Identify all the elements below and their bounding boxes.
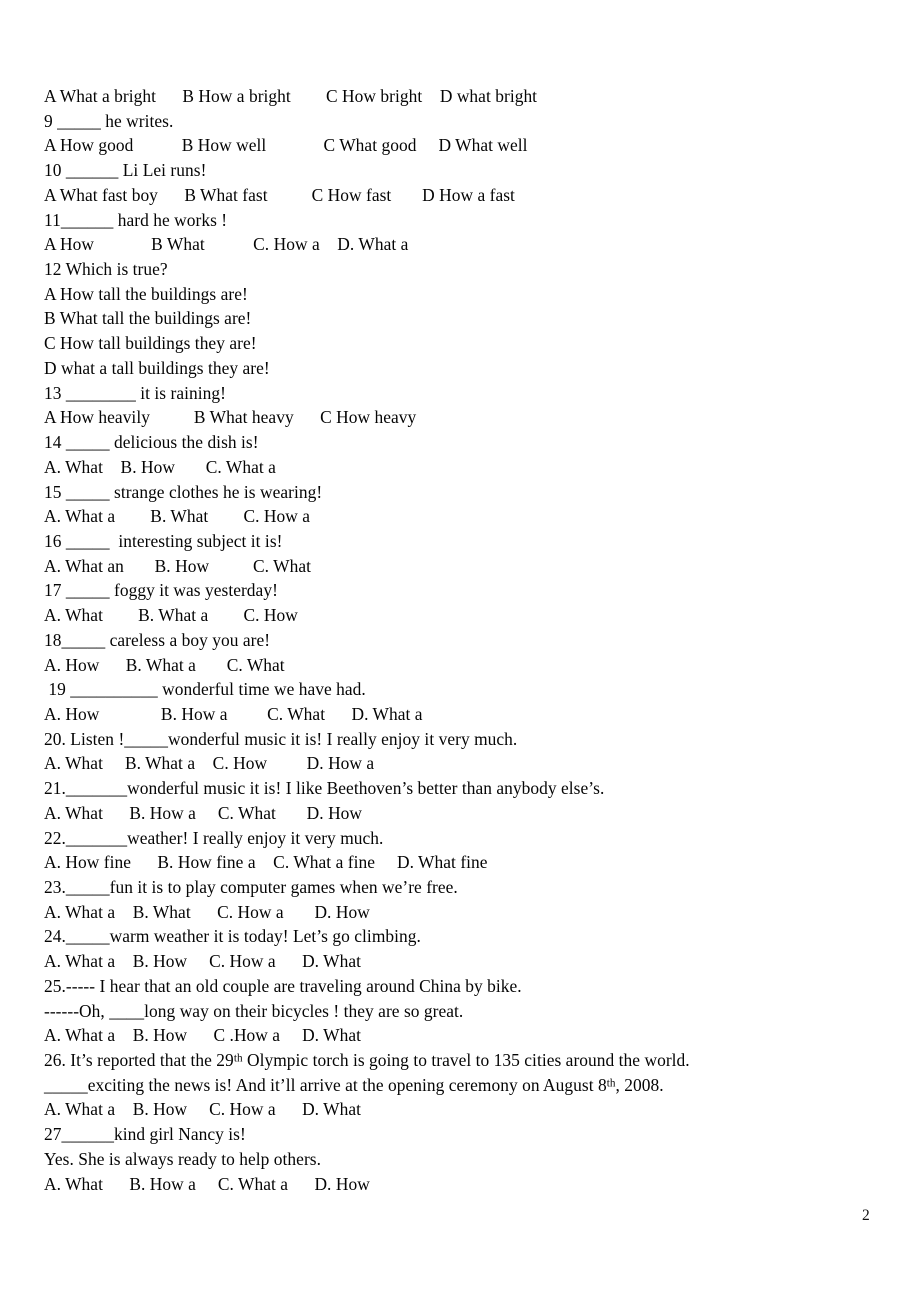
question-25-stem-line-2: ------Oh, ____long way on their bicycles… <box>44 1000 464 1021</box>
question-12-option-d: D what a tall buildings they are! <box>44 357 270 378</box>
question-12-option-a: A How tall the buildings are! <box>44 283 248 304</box>
question-11-stem: 11______ hard he works ! <box>44 209 228 230</box>
question-21-options: A. What B. How a C. What D. How <box>44 802 363 823</box>
question-17-stem: 17 _____ foggy it was yesterday! <box>44 580 278 601</box>
question-23-stem: 23._____fun it is to play computer games… <box>44 877 458 897</box>
question-18-stem: 18_____ careless a boy you are! <box>44 629 271 650</box>
question-17-options: A. What B. What a C. How <box>44 605 298 626</box>
question-20-stem: 20. Listen !_____wonderful music it is! … <box>44 728 518 749</box>
question-12-option-c: C How tall buildings they are! <box>44 333 257 354</box>
question-19-options: A. How B. How a C. What D. What a <box>44 703 423 724</box>
question-13-options: A How heavily B What heavy C How heavy <box>44 407 417 428</box>
question-23-options: A. What a B. What C. How a D. How <box>44 901 370 922</box>
question-27-answer: Yes. She is always ready to help others. <box>44 1148 321 1169</box>
question-13-stem: 13 ________ it is raining! <box>44 382 226 403</box>
page-number: 2 <box>862 1207 870 1224</box>
question-20-options: A. What B. What a C. How D. How a <box>44 753 375 774</box>
question-18-options: A. How B. What a C. What <box>44 654 285 675</box>
question-27-stem: 27______kind girl Nancy is! <box>44 1124 246 1145</box>
question-21-stem: 21._______wonderful music it is! I like … <box>44 778 605 799</box>
question-9-options: A How good B How well C What good D What… <box>44 135 528 156</box>
question-15-stem: 15 _____ strange clothes he is wearing! <box>44 481 323 502</box>
question-15-options: A. What a B. What C. How a <box>44 506 311 527</box>
question-11-options: A How B What C. How a D. What a <box>44 234 409 255</box>
question-14-stem: 14 _____ delicious the dish is! <box>44 432 259 453</box>
question-10-stem: 10 ______ Li Lei runs! <box>44 160 207 181</box>
question-26-options: A. What a B. How C. How a D. What <box>44 1099 362 1120</box>
question-16-options: A. What an B. How C. What <box>44 555 312 576</box>
question-16-stem: 16 _____ interesting subject it is! <box>44 530 283 551</box>
question-26-stem-line-2: _____exciting the news is! And it’ll arr… <box>44 1074 664 1095</box>
question-25-stem-line-1: 25.----- I hear that an old couple are t… <box>44 975 522 996</box>
question-27-options: A. What B. How a C. What a D. How <box>44 1173 370 1194</box>
question-14-options: A. What B. How C. What a <box>44 456 276 477</box>
question-24-stem: 24._____warm weather it is today! Let’s … <box>44 926 421 947</box>
question-9-stem: 9 _____ he writes. <box>44 110 174 131</box>
question-22-options: A. How fine B. How fine a C. What a fine… <box>44 852 488 873</box>
document-text-body: A What a bright B How a bright C How bri… <box>44 84 874 1196</box>
question-12-stem: 12 Which is true? <box>44 259 168 280</box>
question-26-stem-line-1: 26. It’s reported that the 29th Olympic … <box>44 1050 690 1071</box>
question-12-option-b: B What tall the buildings are! <box>44 308 252 329</box>
document-page: A What a bright B How a bright C How bri… <box>0 0 920 1302</box>
question-22-stem: 22._______weather! I really enjoy it ver… <box>44 827 384 848</box>
question-25-options: A. What a B. How C .How a D. What <box>44 1025 362 1046</box>
question-10-options: A What fast boy B What fast C How fast D… <box>44 184 515 205</box>
question-24-options: A. What a B. How C. How a D. What <box>44 951 362 972</box>
question-19-stem: 19 __________ wonderful time we have had… <box>44 679 366 700</box>
question-8-options: A What a bright B How a bright C How bri… <box>44 86 538 106</box>
